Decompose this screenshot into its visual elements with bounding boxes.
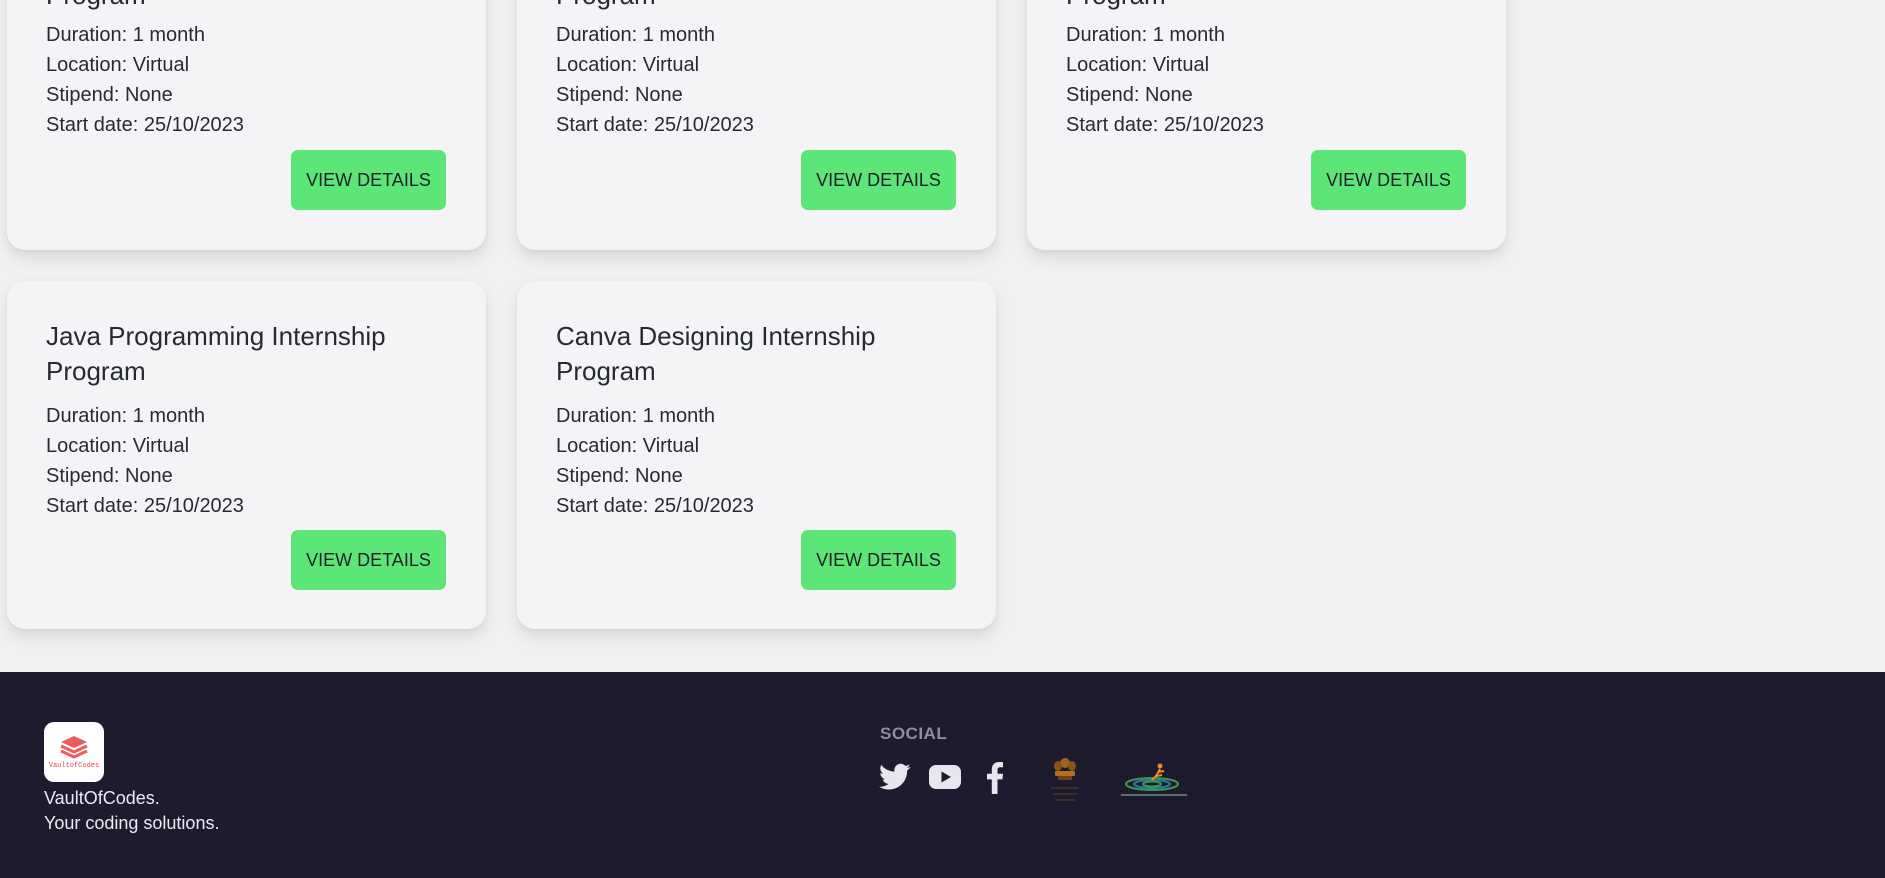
card-start-date: Start date: 25/10/2023 xyxy=(46,495,244,517)
internship-card: Program Duration: 1 month Location: Virt… xyxy=(1027,0,1506,250)
card-title: Program xyxy=(556,0,976,13)
card-start-date: Start date: 25/10/2023 xyxy=(46,114,244,136)
card-duration: Duration: 1 month xyxy=(556,24,715,46)
card-location: Location: Virtual xyxy=(1066,54,1210,76)
card-title: Program xyxy=(1066,0,1486,13)
card-stipend: Stipend: None xyxy=(1066,84,1193,106)
view-details-button[interactable]: VIEW DETAILS xyxy=(801,530,956,590)
card-location: Location: Virtual xyxy=(556,54,700,76)
brand-tagline: Your coding solutions. xyxy=(44,813,220,833)
view-details-button[interactable]: VIEW DETAILS xyxy=(291,530,446,590)
twitter-icon[interactable] xyxy=(879,762,911,792)
card-title: Program xyxy=(46,0,466,13)
facebook-icon[interactable] xyxy=(985,762,1005,794)
internship-card-java: Java Programming Internship Program Dura… xyxy=(7,281,486,629)
india-emblem-logo[interactable] xyxy=(1040,754,1090,808)
brand-name: VaultOfCodes. xyxy=(44,788,160,808)
card-location: Location: Virtual xyxy=(46,435,190,457)
page: Program Duration: 1 month Location: Virt… xyxy=(0,0,1885,878)
card-stipend: Stipend: None xyxy=(46,465,173,487)
card-title: Java Programming Internship Program xyxy=(46,321,386,386)
internship-card: Program Duration: 1 month Location: Virt… xyxy=(517,0,996,250)
card-duration: Duration: 1 month xyxy=(46,24,205,46)
site-footer: VaultofCodes VaultOfCodes. Your coding s… xyxy=(0,672,1885,878)
card-title: Canva Designing Internship Program xyxy=(556,321,876,386)
national-career-service-logo[interactable] xyxy=(1118,762,1190,802)
card-location: Location: Virtual xyxy=(556,435,700,457)
logo-wordmark: VaultofCodes xyxy=(48,762,100,770)
card-stipend: Stipend: None xyxy=(556,465,683,487)
view-details-button[interactable]: VIEW DETAILS xyxy=(1311,150,1466,210)
card-stipend: Stipend: None xyxy=(556,84,683,106)
card-stipend: Stipend: None xyxy=(46,84,173,106)
brand-logo[interactable]: VaultofCodes xyxy=(44,722,104,782)
card-duration: Duration: 1 month xyxy=(1066,24,1225,46)
card-start-date: Start date: 25/10/2023 xyxy=(556,495,754,517)
layers-logo-icon xyxy=(60,736,88,759)
social-heading: SOCIAL xyxy=(880,724,948,743)
card-duration: Duration: 1 month xyxy=(556,405,715,427)
internship-card: Program Duration: 1 month Location: Virt… xyxy=(7,0,486,250)
youtube-icon[interactable] xyxy=(929,762,961,792)
view-details-button[interactable]: VIEW DETAILS xyxy=(291,150,446,210)
view-details-button[interactable]: VIEW DETAILS xyxy=(801,150,956,210)
card-start-date: Start date: 25/10/2023 xyxy=(1066,114,1264,136)
card-start-date: Start date: 25/10/2023 xyxy=(556,114,754,136)
card-duration: Duration: 1 month xyxy=(46,405,205,427)
card-location: Location: Virtual xyxy=(46,54,190,76)
internship-card-canva: Canva Designing Internship Program Durat… xyxy=(517,281,996,629)
